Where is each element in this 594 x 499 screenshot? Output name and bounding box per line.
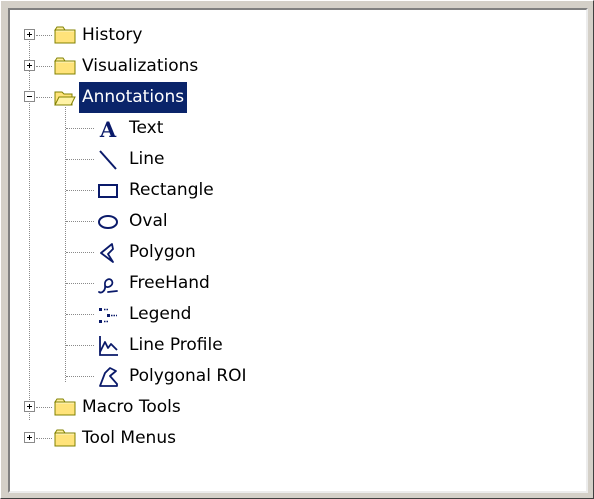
tree-item-label: Macro Tools	[82, 397, 181, 417]
tree-item-history[interactable]: History	[10, 20, 586, 51]
expand-button[interactable]	[24, 432, 35, 443]
oval-icon	[98, 215, 118, 229]
tree-item-label-selected: Annotations	[79, 82, 188, 113]
tree-item-annotations[interactable]: Annotations	[10, 82, 586, 113]
tree-item-label: Visualizations	[82, 56, 199, 76]
tree-item-label: Line Profile	[129, 335, 223, 355]
collapse-button[interactable]	[24, 91, 35, 102]
line-icon	[99, 150, 117, 170]
tree-item-label: History	[82, 25, 143, 45]
line-profile-icon	[99, 336, 118, 356]
tree-item-label: Rectangle	[129, 180, 214, 200]
tree-child-freehand[interactable]: FreeHand	[10, 268, 586, 299]
rectangle-icon	[98, 184, 118, 198]
tree-item-label: Text	[129, 118, 164, 138]
tree-item-label: Polygonal ROI	[129, 366, 247, 386]
tool-tree-view[interactable]: History Visualizations Annotations A Tex…	[8, 8, 588, 493]
tree-child-polygon[interactable]: Polygon	[10, 237, 586, 268]
polygon-icon	[100, 243, 114, 263]
tree-child-rectangle[interactable]: Rectangle	[10, 175, 586, 206]
folder-closed-icon	[54, 57, 76, 75]
tree-item-label: Polygon	[129, 242, 196, 262]
tree-item-label: Legend	[129, 304, 192, 324]
text-A-icon: A	[99, 117, 117, 141]
tree-child-line[interactable]: Line	[10, 144, 586, 175]
legend-icon	[99, 308, 117, 323]
tree-panel-frame: History Visualizations Annotations A Tex…	[0, 0, 594, 499]
tree-child-text[interactable]: A Text	[10, 113, 586, 144]
tree-item-label: Oval	[129, 211, 168, 231]
tree-item-visualizations[interactable]: Visualizations	[10, 51, 586, 82]
svg-text:A: A	[99, 117, 117, 141]
tree-child-polygonal-roi[interactable]: Polygonal ROI	[10, 361, 586, 392]
tree-item-macro-tools[interactable]: Macro Tools	[10, 392, 586, 423]
polygonal-roi-icon	[99, 367, 118, 387]
expand-button[interactable]	[24, 401, 35, 412]
folder-open-icon	[54, 91, 76, 106]
tree-child-line-profile[interactable]: Line Profile	[10, 330, 586, 361]
folder-closed-icon	[54, 398, 76, 416]
tree-child-oval[interactable]: Oval	[10, 206, 586, 237]
folder-closed-icon	[54, 26, 76, 44]
tree-child-legend[interactable]: Legend	[10, 299, 586, 330]
tree-item-tool-menus[interactable]: Tool Menus	[10, 423, 586, 454]
tree-item-label: Tool Menus	[82, 428, 176, 448]
tree-item-label: FreeHand	[129, 273, 210, 293]
expand-button[interactable]	[24, 60, 35, 71]
expand-button[interactable]	[24, 29, 35, 40]
tree-item-label: Line	[129, 149, 165, 169]
freehand-icon	[98, 278, 118, 294]
folder-closed-icon	[54, 429, 76, 447]
